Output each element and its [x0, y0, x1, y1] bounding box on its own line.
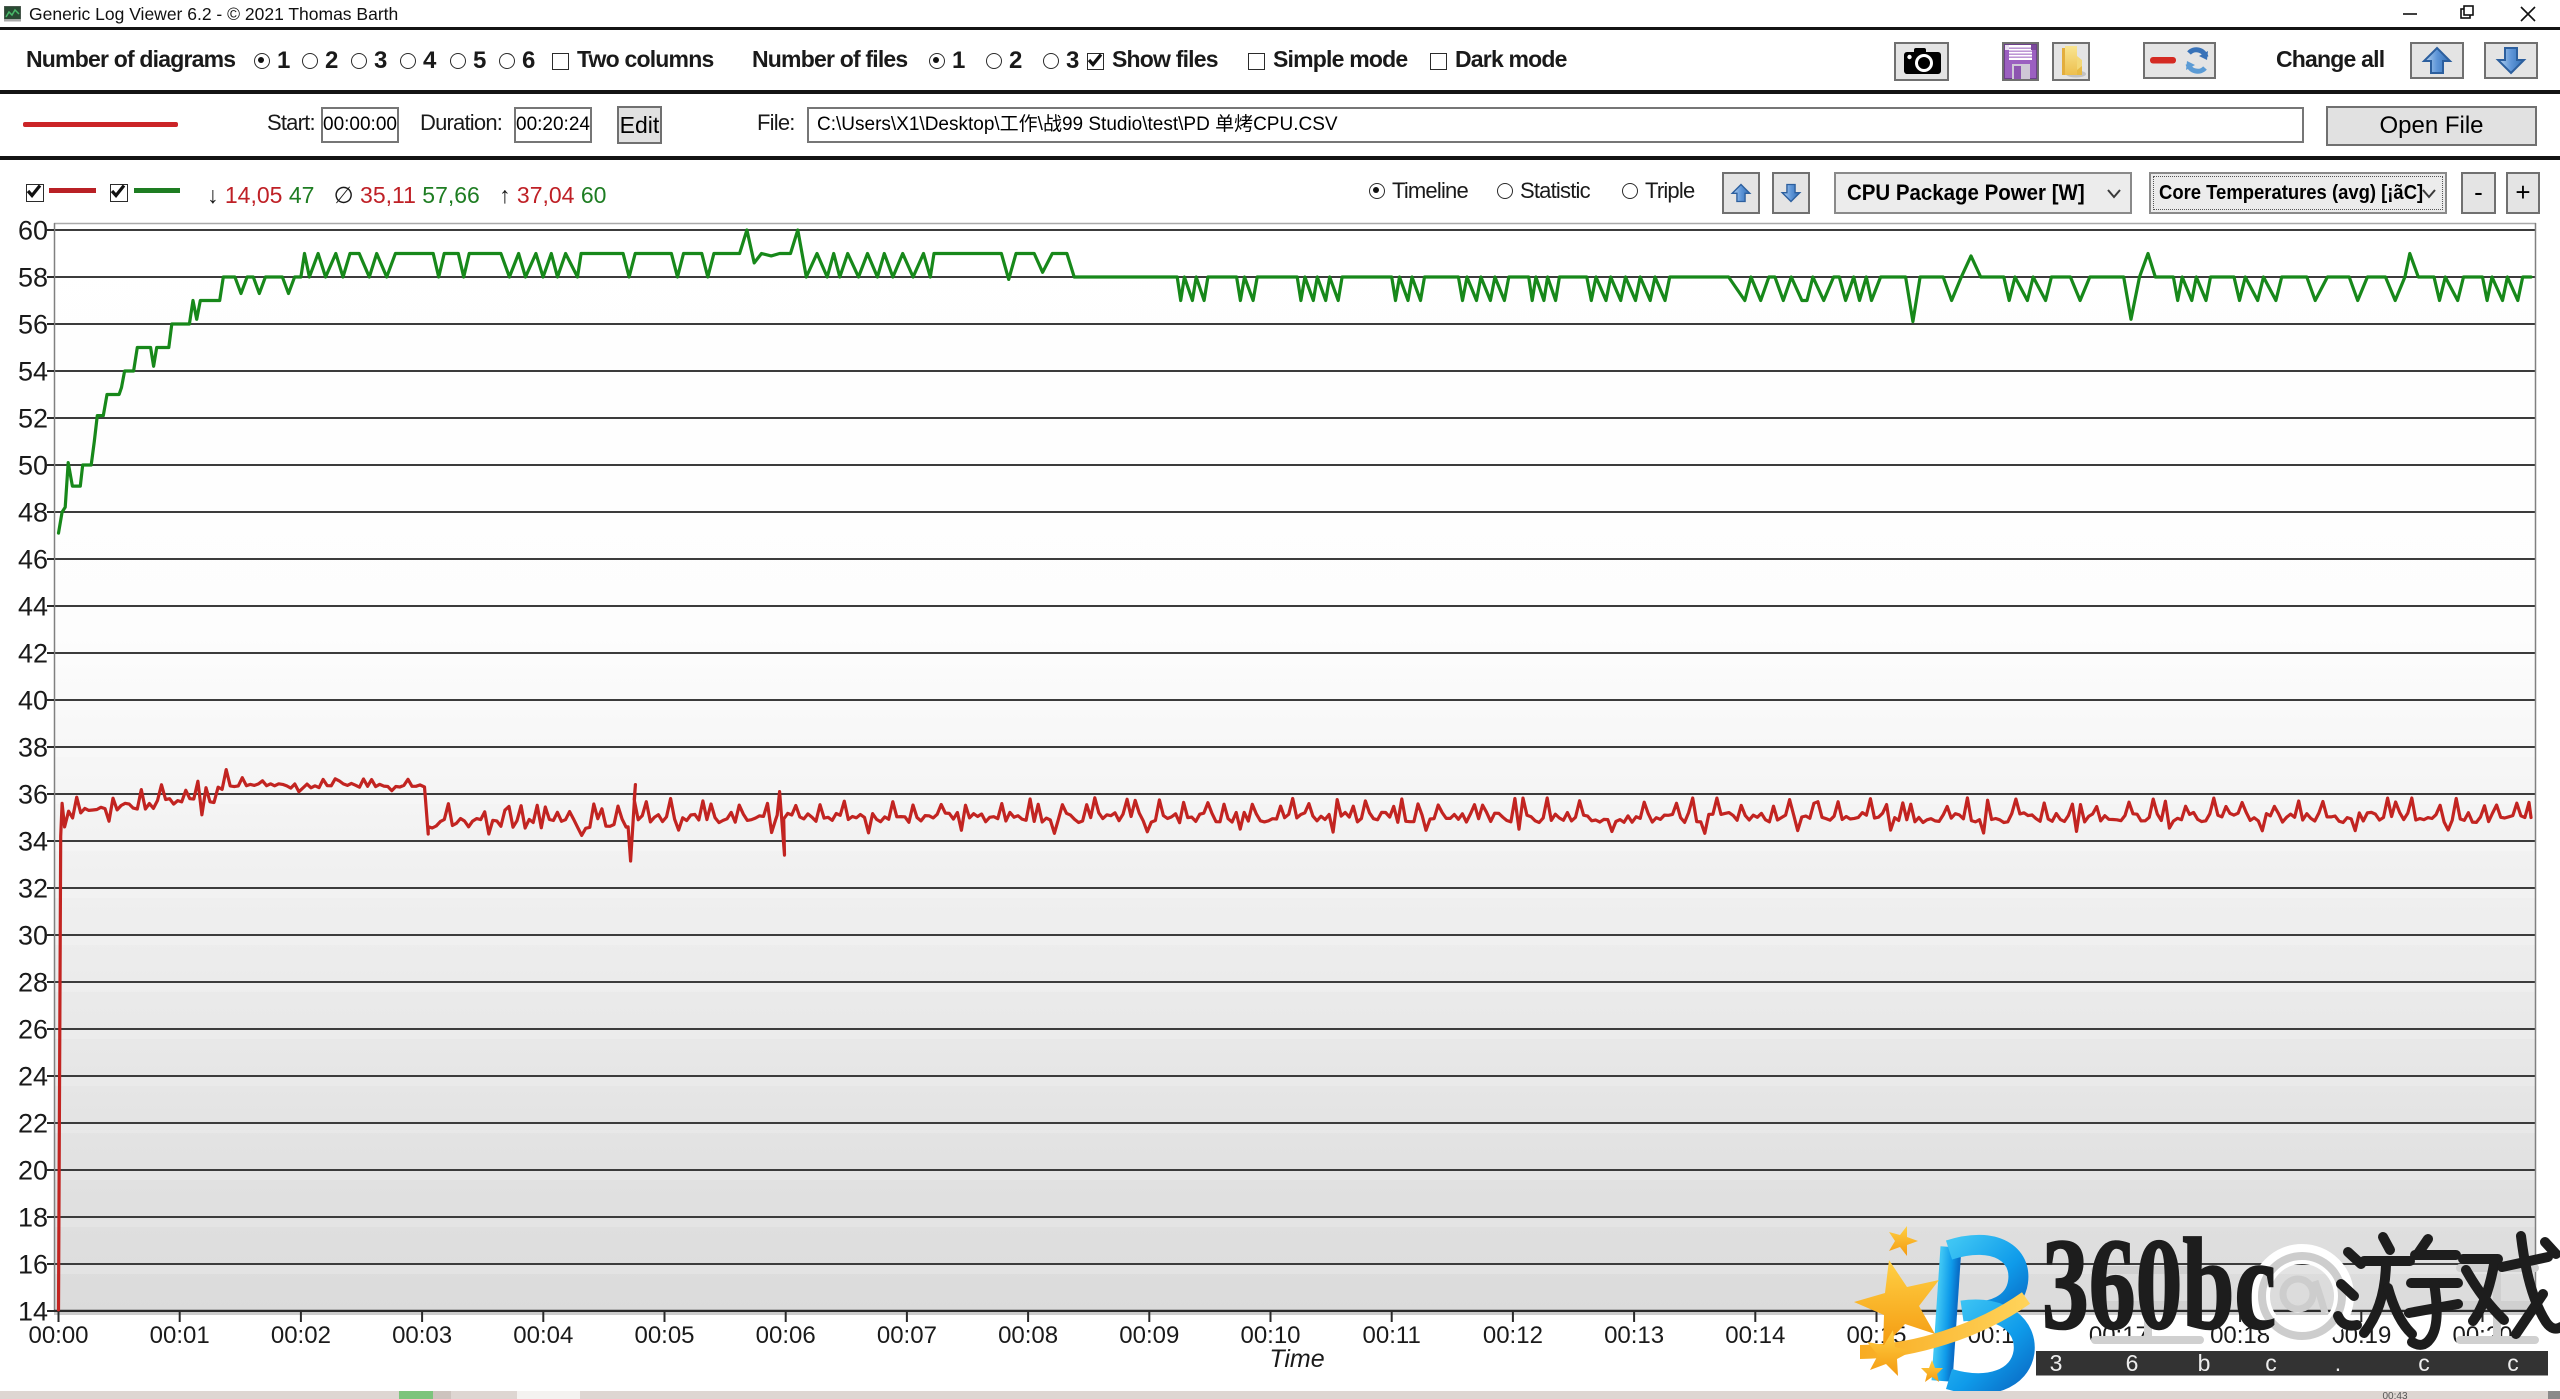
svg-text:48: 48: [18, 498, 48, 528]
svg-text:22: 22: [18, 1109, 48, 1139]
svg-text:36: 36: [18, 780, 48, 810]
svg-text:00:05: 00:05: [634, 1322, 694, 1349]
svg-text:58: 58: [18, 263, 48, 293]
svg-text:00:01: 00:01: [150, 1322, 210, 1349]
svg-text:c: c: [2418, 1350, 2430, 1376]
svg-text:00:08: 00:08: [998, 1322, 1058, 1349]
svg-text:44: 44: [18, 592, 48, 622]
svg-text:Time: Time: [1269, 1345, 1324, 1373]
svg-text:00:06: 00:06: [756, 1322, 816, 1349]
svg-text:00:11: 00:11: [1363, 1322, 1421, 1349]
svg-text:00:07: 00:07: [877, 1322, 937, 1349]
svg-text:00:12: 00:12: [1483, 1322, 1543, 1349]
svg-text:52: 52: [18, 404, 48, 434]
svg-text:20: 20: [18, 1156, 48, 1186]
svg-text:60: 60: [18, 216, 48, 246]
svg-text:00:09: 00:09: [1119, 1322, 1179, 1349]
svg-text:00:03: 00:03: [392, 1322, 452, 1349]
svg-text:00:13: 00:13: [1604, 1322, 1664, 1349]
svg-text:32: 32: [18, 874, 48, 904]
svg-text:00:43: 00:43: [2382, 1391, 2407, 1399]
svg-text:00:20: 00:20: [2452, 1322, 2512, 1349]
svg-text:18: 18: [18, 1203, 48, 1233]
svg-text:00:04: 00:04: [513, 1322, 573, 1349]
svg-text:56: 56: [18, 310, 48, 340]
svg-text:.: .: [2335, 1350, 2341, 1376]
svg-text:30: 30: [18, 921, 48, 951]
svg-text:3: 3: [2050, 1350, 2063, 1376]
svg-text:00:14: 00:14: [1725, 1322, 1785, 1349]
svg-text:40: 40: [18, 686, 48, 716]
svg-text:38: 38: [18, 733, 48, 763]
svg-text:6: 6: [2126, 1350, 2139, 1376]
svg-text:28: 28: [18, 968, 48, 998]
svg-text:c: c: [2265, 1350, 2277, 1376]
svg-text:46: 46: [18, 545, 48, 575]
svg-text:42: 42: [18, 639, 48, 669]
svg-text:54: 54: [18, 357, 48, 387]
svg-text:c: c: [2507, 1350, 2519, 1376]
svg-text:360bc: 360bc: [2042, 1212, 2276, 1357]
svg-text:00:02: 00:02: [271, 1322, 331, 1349]
svg-text:00:00: 00:00: [28, 1322, 88, 1349]
svg-text:16: 16: [18, 1250, 48, 1280]
svg-text:26: 26: [18, 1015, 48, 1045]
svg-text:50: 50: [18, 451, 48, 481]
svg-text:34: 34: [18, 827, 48, 857]
svg-text:b: b: [2198, 1350, 2211, 1376]
svg-text:24: 24: [18, 1062, 48, 1092]
